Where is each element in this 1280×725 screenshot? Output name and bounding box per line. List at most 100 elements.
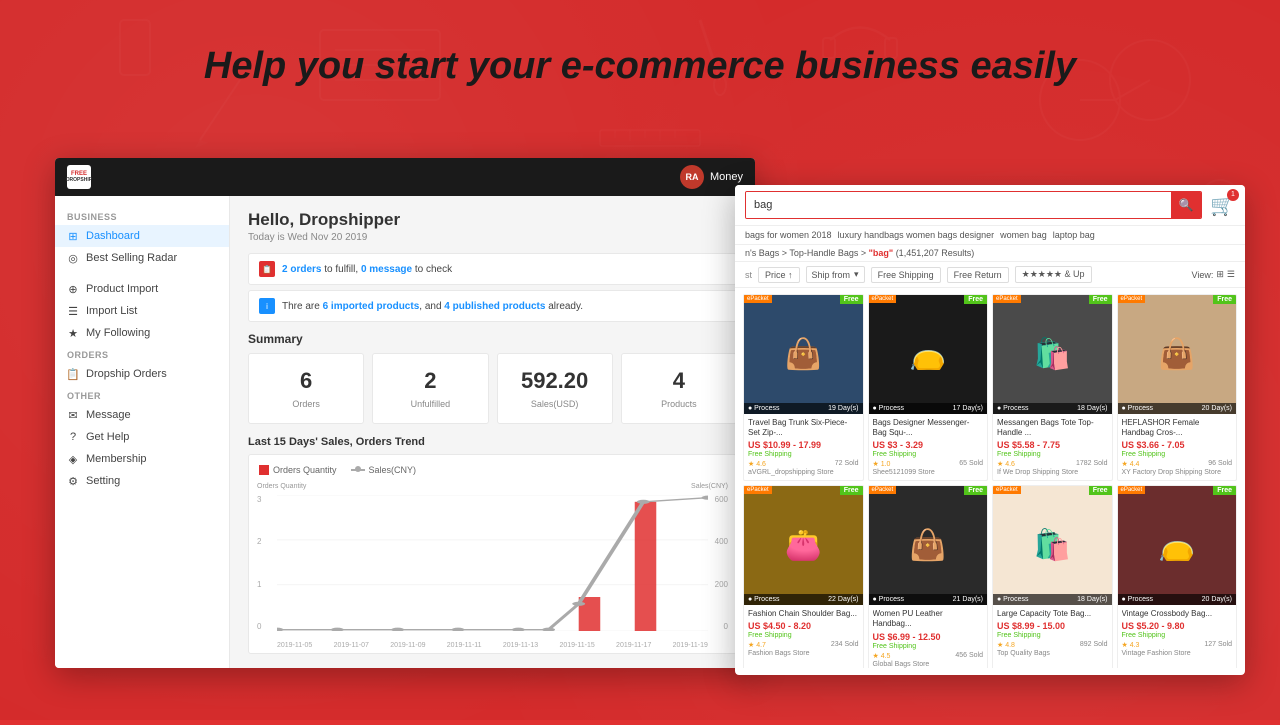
sidebar-label-product-import: Product Import (86, 283, 158, 295)
product-rating: ★ 4.8 (997, 641, 1015, 649)
sidebar-item-dashboard[interactable]: ⊞ Dashboard (55, 225, 229, 247)
sidebar-item-setting[interactable]: ⚙ Setting (55, 470, 229, 492)
orders-count: 2 orders (282, 264, 321, 275)
view-label: View: (1192, 270, 1214, 280)
date-text: Today is Wed Nov 20 2019 (248, 232, 737, 243)
free-tag: Free (1089, 295, 1112, 304)
free-tag: Free (964, 486, 987, 495)
chart-area: Orders Quantity Sales(CNY) Orders Quanti… (248, 454, 737, 654)
product-meta: ★ 4.8 892 Sold (997, 641, 1108, 649)
sidebar-item-membership[interactable]: ◈ Membership (55, 448, 229, 470)
product-store: XY Factory Drop Shipping Store (1122, 469, 1233, 476)
tag-4[interactable]: laptop bag (1053, 230, 1095, 240)
product-shipping: Free Shipping (748, 451, 859, 458)
msg-count: 0 message (361, 264, 412, 275)
filter-free-shipping[interactable]: Free Shipping (871, 267, 941, 283)
grid-view-btn[interactable]: ⊞ (1216, 269, 1224, 280)
sidebar-label-radar: Best Selling Radar (86, 252, 177, 264)
product-sold: 96 Sold (1208, 460, 1232, 468)
sidebar-item-import-list[interactable]: ☰ Import List (55, 300, 229, 322)
sidebar-item-help[interactable]: ? Get Help (55, 426, 229, 448)
product-rating: ★ 4.4 (1122, 460, 1140, 468)
section-label-business: BUSINESS (55, 206, 229, 225)
product-card[interactable]: 🛍️ ePacket Free ● Process 18 Day(s) Larg… (992, 485, 1113, 668)
filter-stars[interactable]: ★★★★★ & Up (1015, 266, 1092, 283)
product-card[interactable]: 👜 ePacket Free ● Process 21 Day(s) Women… (868, 485, 989, 668)
sidebar-label-dashboard: Dashboard (86, 230, 140, 242)
product-image: 👝 ePacket Free ● Process 17 Day(s) (869, 295, 988, 414)
help-icon: ? (67, 431, 79, 443)
product-sold: 65 Sold (959, 460, 983, 468)
product-card[interactable]: 👝 ePacket Free ● Process 20 Day(s) Vinta… (1117, 485, 1238, 668)
filter-free-return[interactable]: Free Return (947, 267, 1009, 283)
tag-3[interactable]: women bag (1000, 230, 1047, 240)
notice-icon-products: i (259, 298, 275, 314)
product-image: 🛍️ ePacket Free ● Process 18 Day(s) (993, 295, 1112, 414)
product-rating: ★ 4.6 (997, 460, 1015, 468)
product-price: US $5.58 - 7.75 (997, 440, 1108, 450)
chart-title: Last 15 Days' Sales, Orders Trend (248, 436, 737, 448)
product-grid: 👜 ePacket Free ● Process 19 Day(s) Trave… (735, 288, 1245, 668)
product-meta: ★ 4.3 127 Sold (1122, 641, 1233, 649)
sidebar-label-membership: Membership (86, 453, 147, 465)
filter-price[interactable]: Price ↑ (758, 267, 800, 283)
product-rating: ★ 4.3 (1122, 641, 1140, 649)
section-label-orders: ORDERS (55, 344, 229, 363)
summary-unfulfilled-label: Unfulfilled (381, 399, 479, 409)
product-card[interactable]: 👜 ePacket Free ● Process 20 Day(s) HEFLA… (1117, 294, 1238, 481)
product-store: If We Drop Shipping Store (997, 469, 1108, 476)
product-title: Travel Bag Trunk Six-Piece-Set Zip-... (748, 418, 859, 439)
search-button[interactable]: 🔍 (1171, 192, 1201, 218)
sidebar-item-message[interactable]: ✉ Message (55, 404, 229, 426)
y-labels-right: 6004002000 (715, 495, 728, 631)
user-area: RA Money (680, 165, 743, 189)
product-card[interactable]: 🛍️ ePacket Free ● Process 18 Day(s) Mess… (992, 294, 1113, 481)
product-rating: ★ 4.5 (873, 652, 891, 660)
product-store: Top Quality Bags (997, 650, 1108, 657)
product-card[interactable]: 👛 ePacket Free ● Process 22 Day(s) Fashi… (743, 485, 864, 668)
sidebar-item-orders[interactable]: 📋 Dropship Orders (55, 363, 229, 385)
product-title: Fashion Chain Shoulder Bag... (748, 609, 859, 619)
product-image: 👜 ePacket Free ● Process 19 Day(s) (744, 295, 863, 414)
product-title: Bags Designer Messenger-Bag Squ-... (873, 418, 984, 439)
product-card[interactable]: 👜 ePacket Free ● Process 19 Day(s) Trave… (743, 294, 864, 481)
sidebar-item-product-import[interactable]: ⊕ Product Import (55, 278, 229, 300)
product-info: Vintage Crossbody Bag... US $5.20 - 9.80… (1118, 605, 1237, 661)
search-tags: bags for women 2018 luxury handbags wome… (735, 226, 1245, 245)
sidebar-item-following[interactable]: ★ My Following (55, 322, 229, 344)
cart-area[interactable]: 🛒 1 (1210, 193, 1235, 218)
product-image: 👜 ePacket Free ● Process 20 Day(s) (1118, 295, 1237, 414)
free-tag: Free (840, 295, 863, 304)
epacket-tag: ePacket (869, 486, 897, 494)
product-meta: ★ 4.5 456 Sold (873, 652, 984, 660)
list-view-btn[interactable]: ☰ (1227, 269, 1235, 280)
epacket-tag: ePacket (1118, 295, 1146, 303)
product-card[interactable]: 👝 ePacket Free ● Process 17 Day(s) Bags … (868, 294, 989, 481)
sidebar-label-message: Message (86, 409, 131, 421)
summary-sales-value: 592.20 (506, 368, 604, 394)
notice-products: i Thre are 6 imported products, and 4 pu… (248, 290, 737, 322)
sidebar-item-radar[interactable]: ◎ Best Selling Radar (55, 247, 229, 269)
product-info: Women PU Leather Handbag... US $6.99 - 1… (869, 605, 988, 668)
product-price: US $6.99 - 12.50 (873, 632, 984, 642)
search-input[interactable] (746, 192, 1171, 218)
message-icon: ✉ (67, 409, 79, 421)
notice-orders: 📋 2 orders to fulfill, 0 message to chec… (248, 253, 737, 285)
section-label-other: OTHER (55, 385, 229, 404)
filter-ship-from[interactable]: Ship from ▾ (806, 266, 865, 283)
product-title: HEFLASHOR Female Handbag Cros-... (1122, 418, 1233, 439)
summary-grid: 6 Orders 2 Unfulfilled 592.20 Sales(USD)… (248, 353, 737, 424)
tag-2[interactable]: luxury handbags women bags designer (838, 230, 995, 240)
dashboard-window: FREE DROPSHIP RA Money BUSINESS ⊞ Dashbo… (55, 158, 755, 668)
product-price: US $10.99 - 17.99 (748, 440, 859, 450)
notice-icon-orders: 📋 (259, 261, 275, 277)
topbar: FREE DROPSHIP RA Money (55, 158, 755, 196)
product-image: 👝 ePacket Free ● Process 20 Day(s) (1118, 486, 1237, 605)
summary-unfulfilled-value: 2 (381, 368, 479, 394)
sidebar-label-orders: Dropship Orders (86, 368, 167, 380)
summary-orders-value: 6 (257, 368, 355, 394)
product-shipping: Free Shipping (997, 632, 1108, 639)
product-sold: 72 Sold (835, 460, 859, 468)
tag-1[interactable]: bags for women 2018 (745, 230, 832, 240)
product-price: US $5.20 - 9.80 (1122, 621, 1233, 631)
